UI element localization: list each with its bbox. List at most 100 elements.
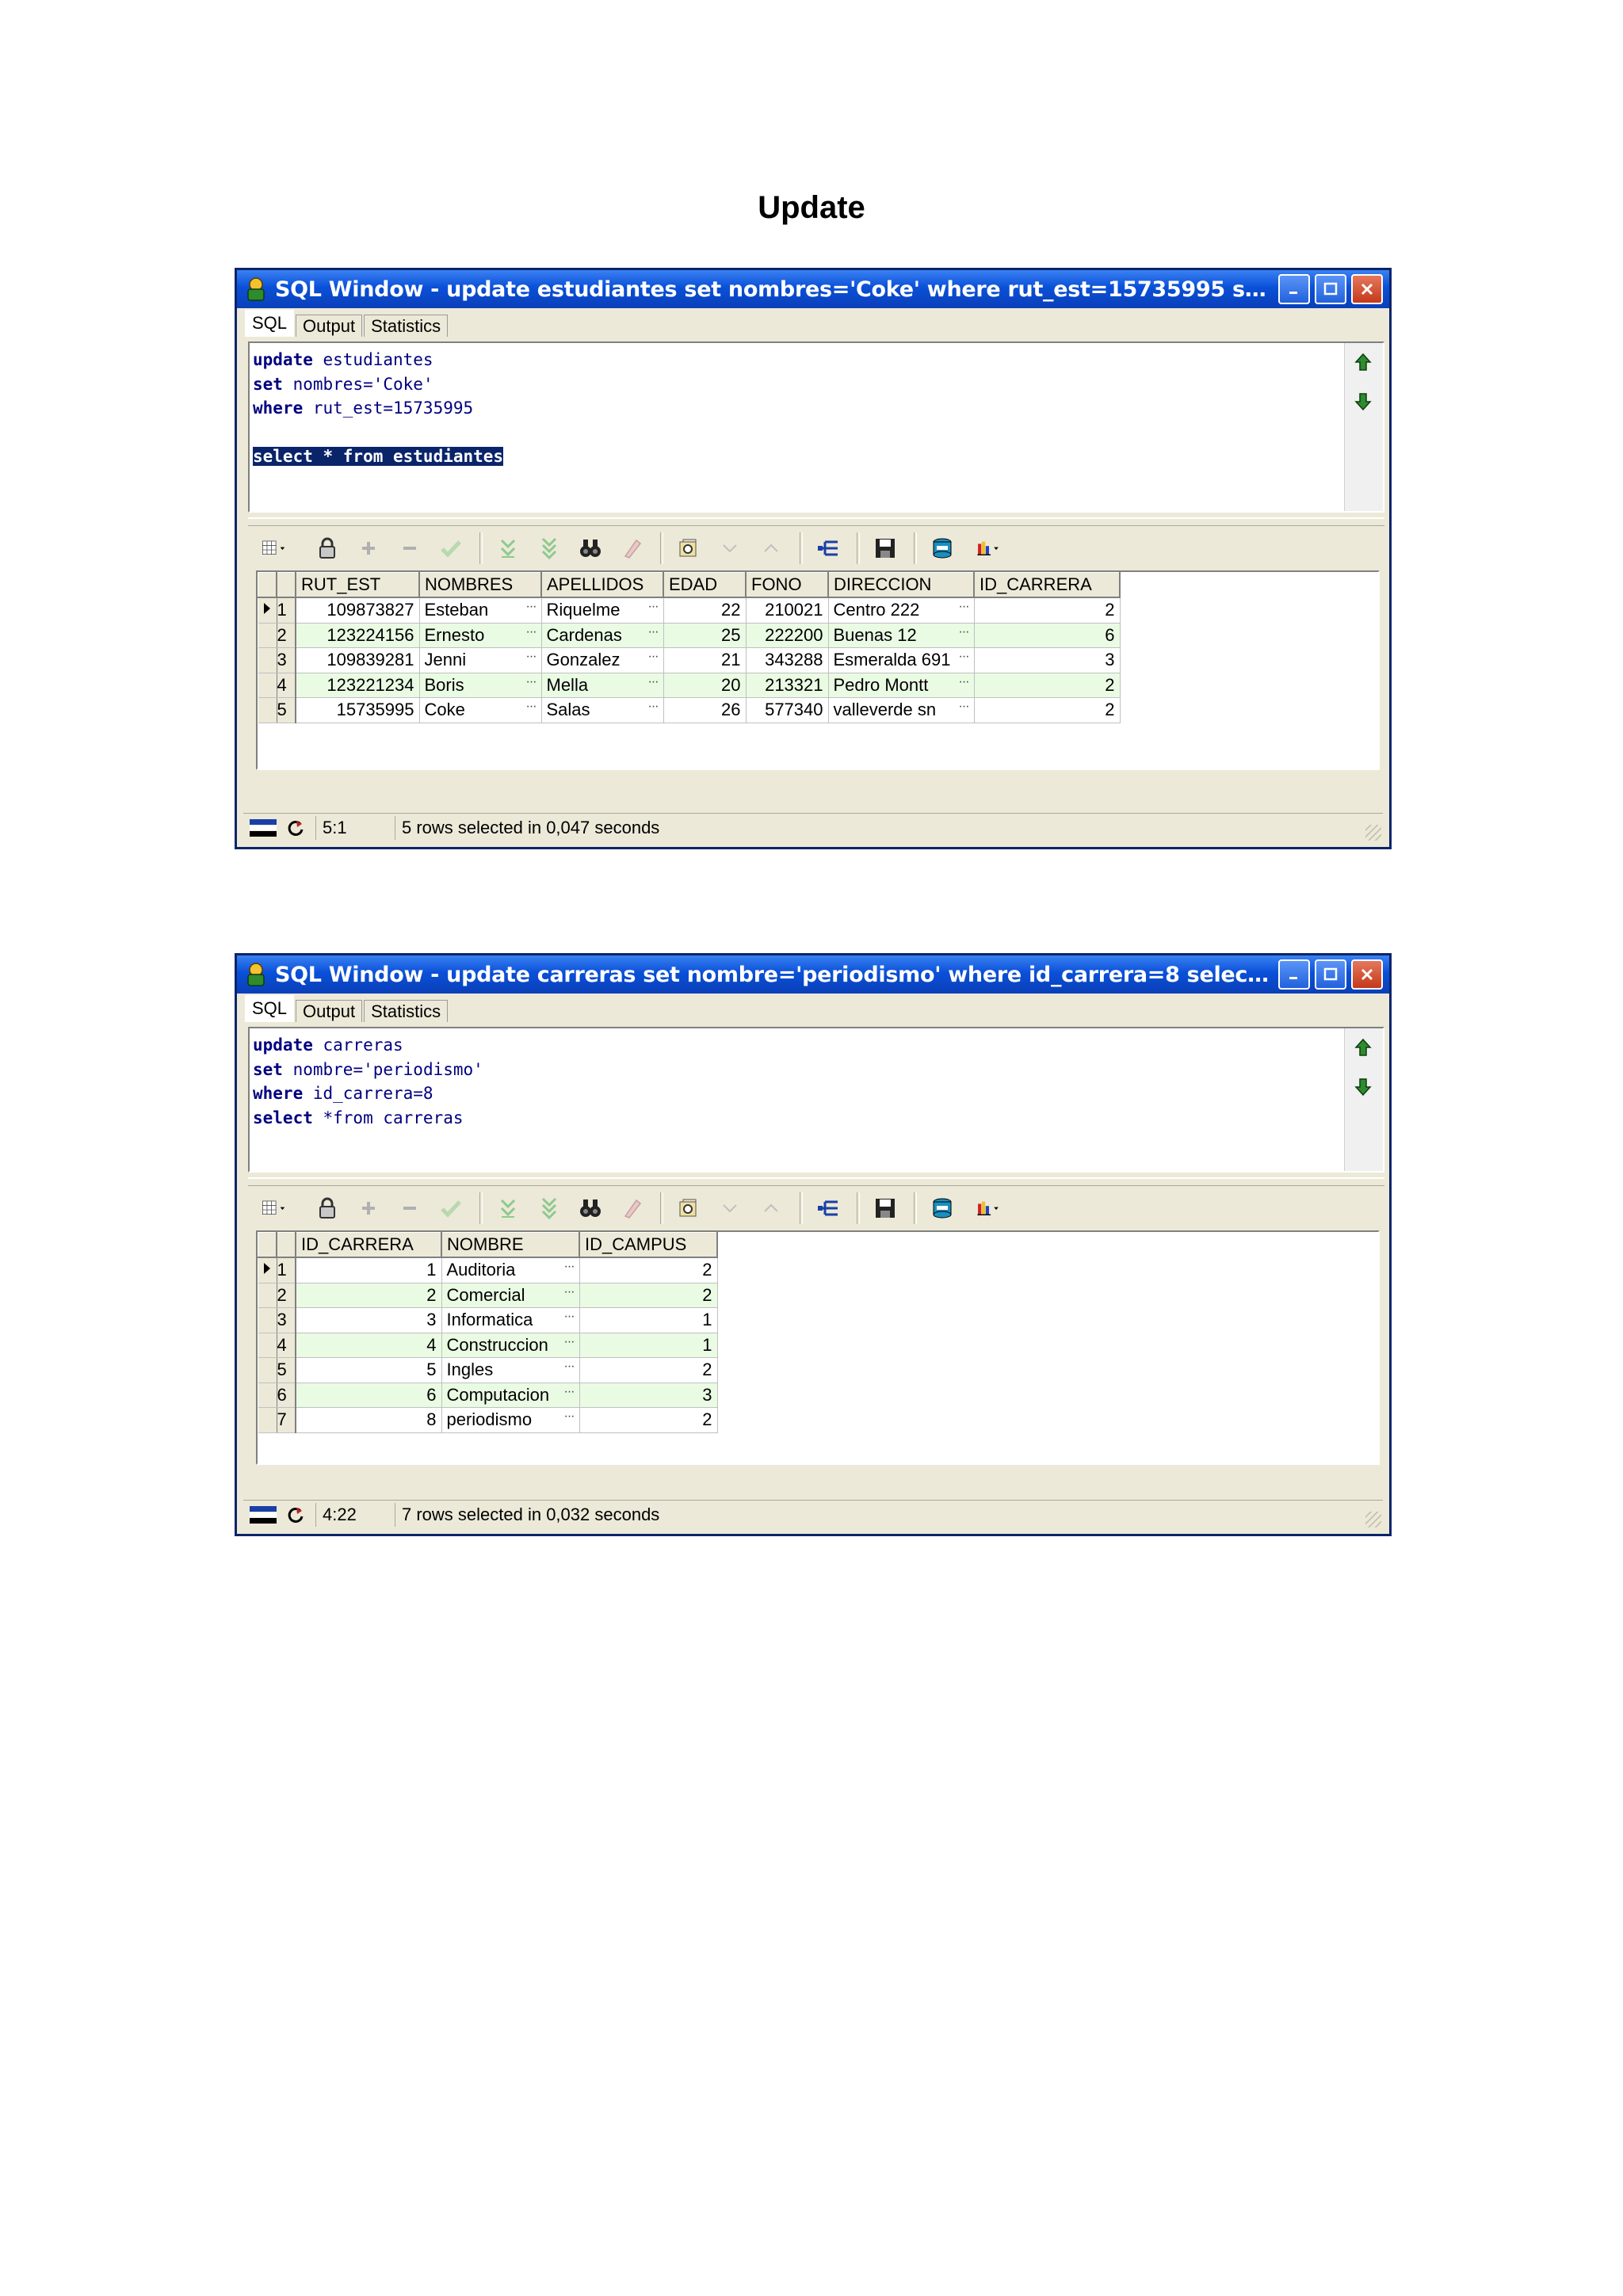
arrow-up-icon[interactable]	[1353, 1036, 1373, 1060]
save-disk-icon[interactable]	[873, 534, 898, 563]
cell[interactable]: ··· Centro 222	[828, 597, 975, 624]
results-grid[interactable]: ID_CARRERA NOMBRE ID_CAMPUS 1 1 ··· Audit…	[256, 1230, 1380, 1465]
cell[interactable]: 577340	[746, 697, 829, 723]
cell[interactable]: ··· Riquelme	[541, 597, 664, 624]
column-header[interactable]: ID_CAMPUS	[579, 1232, 718, 1258]
minimize-button[interactable]	[1278, 959, 1310, 990]
export-database-icon[interactable]	[930, 534, 955, 563]
cell[interactable]: ··· Buenas 12	[828, 623, 975, 648]
cell[interactable]: ··· Mella	[541, 673, 664, 698]
cell[interactable]: ··· Ingles	[441, 1357, 580, 1383]
close-button[interactable]	[1351, 959, 1383, 990]
tab-statistics[interactable]: Statistics	[364, 1000, 449, 1022]
table-row[interactable]: 4 4 ··· Construccion 1	[258, 1333, 718, 1358]
ellipsis-button[interactable]: ···	[559, 1310, 575, 1324]
cell[interactable]: 2	[579, 1283, 718, 1308]
ellipsis-button[interactable]: ···	[643, 700, 659, 714]
cell[interactable]: ··· Boris	[419, 673, 542, 698]
column-header[interactable]: RUT_EST	[295, 572, 420, 598]
delete-record-icon[interactable]	[397, 1194, 422, 1222]
cell[interactable]: 1	[296, 1257, 442, 1283]
ellipsis-button[interactable]: ···	[643, 675, 659, 689]
arrow-down-icon[interactable]	[1353, 389, 1373, 413]
fetch-last-icon[interactable]	[537, 534, 562, 563]
query-by-example-icon[interactable]	[676, 1194, 701, 1222]
ellipsis-button[interactable]: ···	[521, 700, 537, 714]
cell[interactable]: 15735995	[296, 697, 420, 723]
cell[interactable]: 2	[974, 697, 1121, 723]
ellipsis-button[interactable]: ···	[521, 675, 537, 689]
cell[interactable]: 8	[296, 1407, 442, 1433]
cell[interactable]: ··· Esmeralda 691	[828, 647, 975, 673]
splitter[interactable]	[248, 1177, 1384, 1186]
post-changes-icon[interactable]	[438, 534, 464, 563]
table-row[interactable]: 1 1 ··· Auditoria 2	[258, 1257, 718, 1283]
ellipsis-button[interactable]: ···	[559, 1335, 575, 1349]
cell[interactable]: 2	[296, 1283, 442, 1308]
column-header[interactable]: EDAD	[663, 572, 747, 598]
cell[interactable]: 343288	[746, 647, 829, 673]
cell[interactable]: 6	[296, 1383, 442, 1408]
fetch-last-icon[interactable]	[537, 1194, 562, 1222]
delete-record-icon[interactable]	[397, 534, 422, 563]
results-grid[interactable]: RUT_EST NOMBRES APELLIDOS EDAD FONO DIRE…	[256, 570, 1380, 770]
ellipsis-button[interactable]: ···	[521, 625, 537, 639]
column-header[interactable]: NOMBRES	[418, 572, 542, 598]
column-header[interactable]: APELLIDOS	[540, 572, 664, 598]
maximize-button[interactable]	[1315, 274, 1346, 304]
resize-grip[interactable]	[1365, 825, 1381, 841]
column-header[interactable]: NOMBRE	[441, 1232, 580, 1258]
fetch-next-icon[interactable]	[495, 1194, 521, 1222]
cell[interactable]: 1	[579, 1307, 718, 1333]
cell[interactable]: 210021	[746, 597, 829, 624]
cell[interactable]: 109839281	[296, 647, 420, 673]
sql-editor[interactable]: update estudiantes set nombres='Coke' wh…	[248, 341, 1384, 513]
cell[interactable]: 2	[579, 1257, 718, 1283]
cell[interactable]: 2	[974, 673, 1121, 698]
cell[interactable]: 109873827	[296, 597, 420, 624]
cell[interactable]: 3	[579, 1383, 718, 1408]
tab-sql[interactable]: SQL	[245, 310, 295, 337]
ellipsis-button[interactable]: ···	[521, 650, 537, 664]
cell[interactable]: 123224156	[296, 623, 420, 648]
save-disk-icon[interactable]	[873, 1194, 898, 1222]
cell[interactable]: 2	[579, 1357, 718, 1383]
cell[interactable]: 25	[663, 623, 747, 648]
tab-output[interactable]: Output	[296, 315, 363, 337]
column-header[interactable]: DIRECCION	[827, 572, 975, 598]
ellipsis-button[interactable]: ···	[954, 625, 970, 639]
cell[interactable]: 213321	[746, 673, 829, 698]
post-changes-icon[interactable]	[438, 1194, 464, 1222]
table-row[interactable]: 5 15735995 ··· Coke ··· Salas 26 577340 ··…	[258, 697, 1121, 723]
arrow-down-icon[interactable]	[1353, 1074, 1373, 1098]
cell[interactable]: ··· periodismo	[441, 1407, 580, 1433]
previous-page-icon[interactable]	[717, 534, 743, 563]
ellipsis-button[interactable]: ···	[559, 1409, 575, 1424]
cell[interactable]: ··· Jenni	[419, 647, 542, 673]
query-by-example-icon[interactable]	[676, 534, 701, 563]
cell[interactable]: ··· Auditoria	[441, 1257, 580, 1283]
title-bar[interactable]: SQL Window - update estudiantes set nomb…	[237, 270, 1389, 308]
table-row[interactable]: 4 123221234 ··· Boris ··· Mella 20 213321 …	[258, 673, 1121, 698]
insert-record-icon[interactable]	[356, 534, 381, 563]
single-record-view-icon[interactable]	[815, 1194, 841, 1222]
ellipsis-button[interactable]: ···	[521, 600, 537, 614]
cell[interactable]: 4	[296, 1333, 442, 1358]
ellipsis-button[interactable]: ···	[559, 1385, 575, 1399]
clear-record-icon[interactable]	[619, 1194, 644, 1222]
ellipsis-button[interactable]: ···	[954, 675, 970, 689]
find-binoculars-icon[interactable]	[578, 534, 603, 563]
cell[interactable]: 20	[663, 673, 747, 698]
column-header[interactable]: FONO	[745, 572, 829, 598]
cell[interactable]: ··· Esteban	[419, 597, 542, 624]
cell[interactable]: 6	[974, 623, 1121, 648]
lock-icon[interactable]	[315, 1194, 340, 1222]
table-row[interactable]: 6 6 ··· Computacion 3	[258, 1383, 718, 1408]
clear-record-icon[interactable]	[619, 534, 644, 563]
table-row[interactable]: 3 109839281 ··· Jenni ··· Gonzalez 21 3432…	[258, 647, 1121, 673]
cell[interactable]: ··· Gonzalez	[541, 647, 664, 673]
cell[interactable]: 222200	[746, 623, 829, 648]
cell[interactable]: ··· valleverde sn	[828, 697, 975, 723]
single-record-view-icon[interactable]	[815, 534, 841, 563]
ellipsis-button[interactable]: ···	[559, 1260, 575, 1274]
